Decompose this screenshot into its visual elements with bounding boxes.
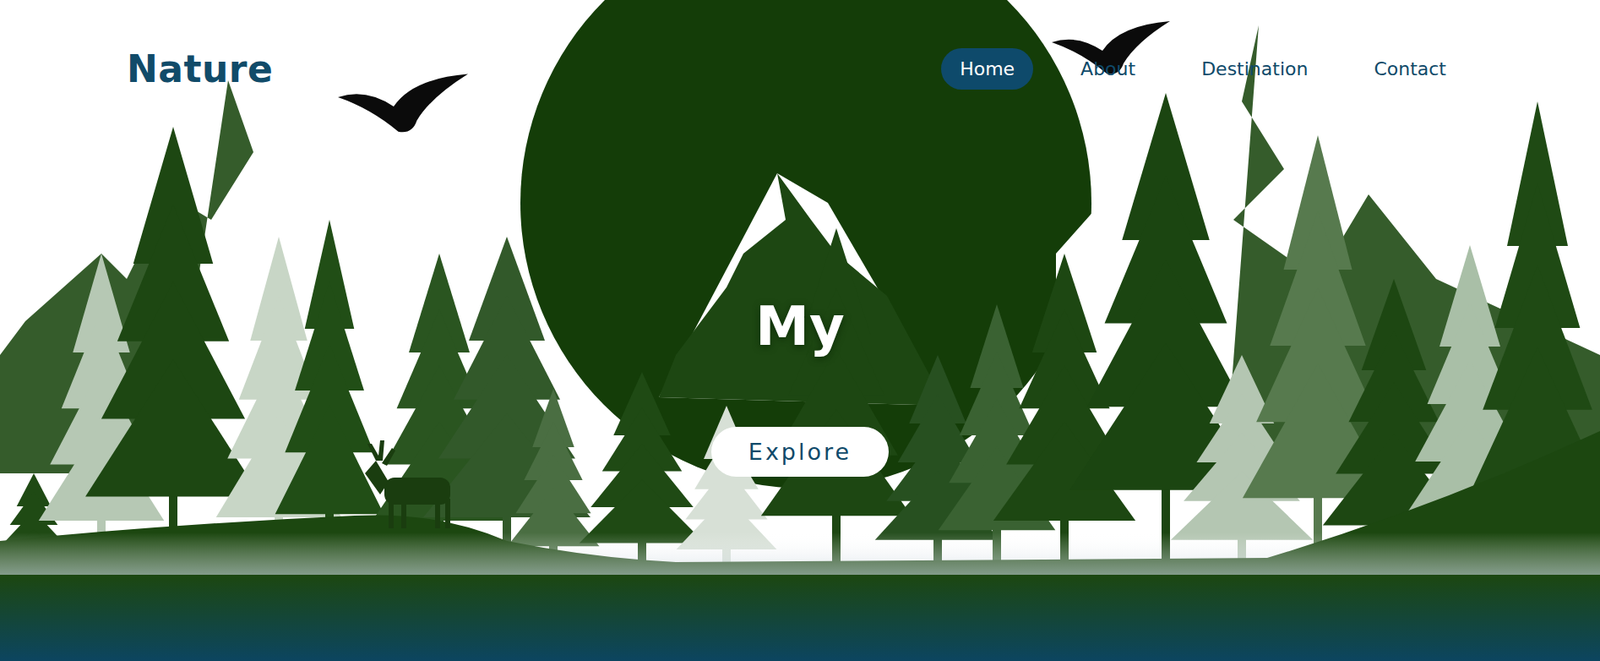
nav-item[interactable]: About: [1061, 48, 1154, 90]
eagle-icon: [337, 74, 469, 133]
mountain: [0, 80, 541, 474]
nav-item[interactable]: Contact: [1355, 48, 1465, 90]
mountain: [658, 173, 947, 406]
nav: Home About Destination Contact: [941, 48, 1465, 90]
ground-band: [0, 574, 1600, 661]
nav-item[interactable]: Destination: [1182, 48, 1327, 90]
hero-content: Nature Home About Destination Contact My Explo…: [0, 0, 1600, 661]
nav-item[interactable]: Home: [941, 48, 1034, 90]
moose-icon: [364, 440, 451, 528]
explore-button[interactable]: Explore: [711, 426, 889, 477]
logo[interactable]: Nature: [126, 47, 273, 91]
hero: Nature Home About Destination Contact My Explo…: [0, 0, 1600, 661]
mist: [0, 532, 1600, 575]
hero-main: My Explore: [0, 90, 1600, 477]
hero-title: My: [755, 293, 844, 360]
header: Nature Home About Destination Contact: [0, 0, 1600, 91]
sun: [520, 0, 1092, 489]
